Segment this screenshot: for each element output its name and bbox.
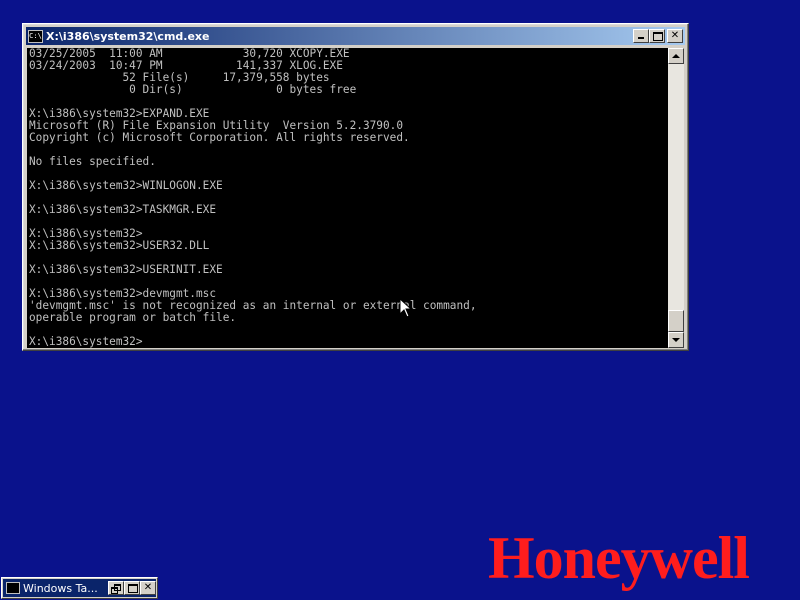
honeywell-logo: Honeywell: [488, 525, 750, 591]
minimize-button[interactable]: [633, 29, 649, 43]
console-window-icon: [6, 582, 20, 594]
taskbar-maximize-button[interactable]: [124, 581, 140, 595]
taskbar-item-label: Windows Ta...: [23, 581, 98, 595]
maximize-button[interactable]: [649, 29, 665, 43]
console-line: X:\i386\system32>WINLOGON.EXE: [29, 179, 223, 192]
desktop: { "window": { "title": "X:\\i386\\system…: [0, 0, 800, 600]
scroll-up-button[interactable]: [668, 48, 684, 64]
console-line: X:\i386\system32>USERINIT.EXE: [29, 263, 223, 276]
console-line: No files specified.: [29, 155, 156, 168]
mouse-pointer-icon: [400, 299, 412, 318]
console-line: X:\i386\system32>USER32.DLL: [29, 239, 210, 252]
taskbar-item[interactable]: Windows Ta... ✕: [1, 577, 158, 599]
console-line: operable program or batch file.: [29, 311, 237, 324]
scroll-down-button[interactable]: [668, 332, 684, 348]
cmd-console-icon[interactable]: C:\: [28, 29, 43, 43]
console-line: X:\i386\system32>TASKMGR.EXE: [29, 203, 217, 216]
scroll-thumb[interactable]: [668, 310, 684, 332]
close-button[interactable]: ✕: [667, 29, 683, 43]
console-output[interactable]: 03/25/2005 11:00 AM 30,720 XCOPY.EXE 03/…: [27, 48, 668, 348]
console-text: 03/25/2005 11:00 AM 30,720 XCOPY.EXE 03/…: [27, 48, 668, 348]
window-title: X:\i386\system32\cmd.exe: [46, 29, 210, 43]
title-bar[interactable]: C:\ X:\i386\system32\cmd.exe ✕: [26, 27, 685, 45]
console-line: X:\i386\system32>: [29, 335, 143, 348]
restore-button[interactable]: [108, 581, 124, 595]
cmd-window[interactable]: C:\ X:\i386\system32\cmd.exe ✕ 03/25/200…: [22, 23, 689, 351]
console-line: Copyright (c) Microsoft Corporation. All…: [29, 131, 410, 144]
taskbar-close-button[interactable]: ✕: [140, 581, 156, 595]
console-line: 0 Dir(s) 0 bytes free: [29, 83, 357, 96]
vertical-scrollbar[interactable]: [668, 48, 684, 348]
